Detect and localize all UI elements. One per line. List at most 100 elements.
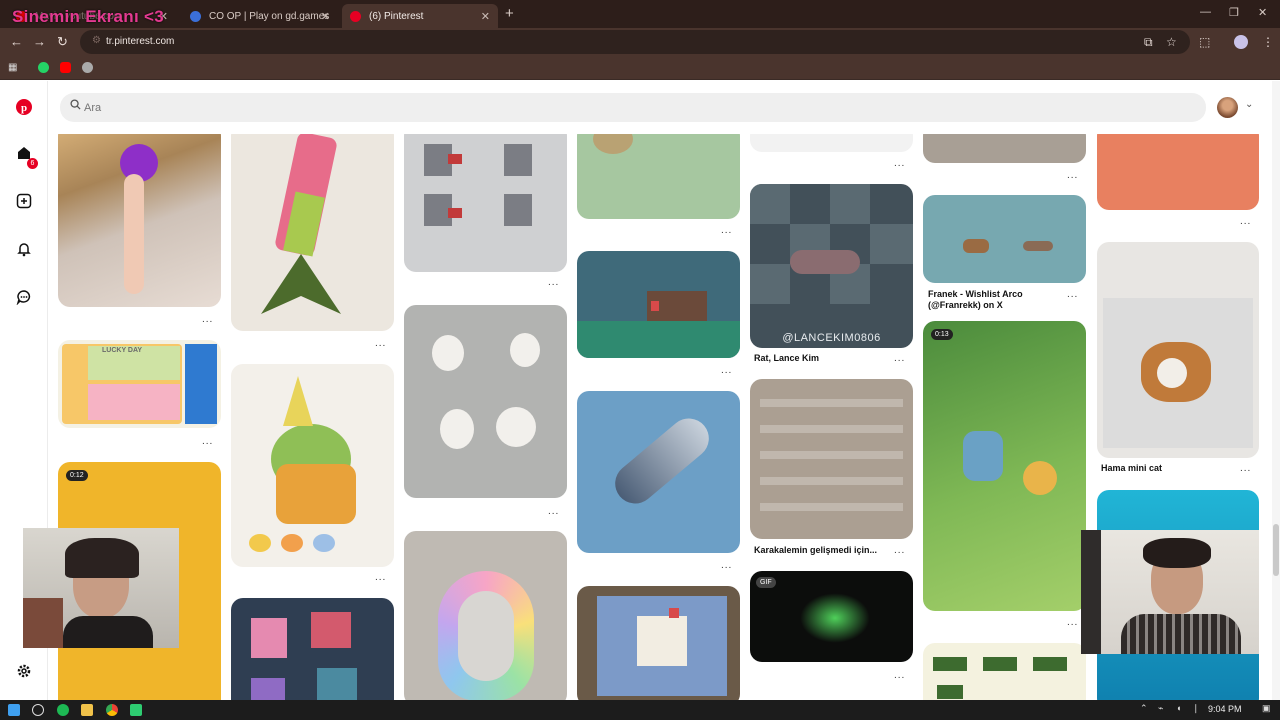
pin-green-glow-gif[interactable]: GIF <box>750 571 913 662</box>
pin-hand-flower[interactable] <box>58 134 221 307</box>
notifications-icon[interactable]: ▣ <box>1262 703 1271 714</box>
pin-tiktok-orange[interactable] <box>1097 134 1259 210</box>
search-bar[interactable] <box>60 93 1206 122</box>
spotify-icon[interactable] <box>57 704 69 716</box>
video-duration: 0:12 <box>66 470 88 481</box>
tab-pinterest[interactable]: (6) Pinterest ✕ <box>342 4 498 28</box>
close-icon[interactable]: ✕ <box>321 10 330 23</box>
notification-badge: 6 <box>27 158 38 169</box>
install-app-icon[interactable]: ⧉ <box>1144 35 1153 50</box>
chatgpt-icon[interactable] <box>82 62 93 73</box>
youtube-icon[interactable] <box>60 62 71 73</box>
pin-pixel-platformer[interactable] <box>577 251 740 358</box>
taskbar-clock[interactable]: 9:04 PM <box>1208 704 1242 714</box>
more-options-icon[interactable]: ... <box>375 572 386 583</box>
avatar[interactable] <box>1217 97 1238 118</box>
more-options-icon[interactable]: ... <box>894 158 905 169</box>
gif-badge: GIF <box>756 577 776 588</box>
bell-icon[interactable] <box>14 241 34 261</box>
chevron-down-icon[interactable]: ⌄ <box>1245 99 1253 110</box>
bookmarks-bar: ▦ <box>0 56 1280 80</box>
pin-beaded-mermaid[interactable] <box>231 134 394 331</box>
more-options-icon[interactable]: ... <box>1067 170 1078 181</box>
more-options-icon[interactable]: ... <box>894 353 905 364</box>
more-options-icon[interactable]: ... <box>1240 463 1251 474</box>
tray-chevron-icon[interactable]: ⌃ <box>1140 703 1148 714</box>
pin-franek-capybara[interactable] <box>923 195 1086 283</box>
chrome-icon[interactable] <box>106 704 118 716</box>
back-icon[interactable]: ← <box>10 34 23 49</box>
browser-tab-strip: Mavi - youtube.com ✕ CO OP | Play on gd.… <box>0 0 1280 28</box>
pinterest-favicon-icon <box>350 10 361 22</box>
rat-watermark: @LANCEKIM0806 <box>782 332 881 344</box>
pin-hama-cat[interactable] <box>1097 242 1259 458</box>
pin-pixel-tanks[interactable] <box>923 643 1086 700</box>
pin-frog-clown[interactable] <box>231 364 394 567</box>
page-scrollbar[interactable] <box>1272 81 1280 700</box>
pin-perler-bulb[interactable] <box>404 531 567 700</box>
pin-pixel-sprite-sheet[interactable] <box>750 379 913 539</box>
pin-pixel-rat[interactable]: @LANCEKIM0806 <box>750 184 913 348</box>
forward-icon[interactable]: → <box>33 34 46 49</box>
pin-knight-sprites[interactable] <box>404 134 567 272</box>
more-options-icon[interactable]: ... <box>894 545 905 556</box>
site-info-icon[interactable]: ⚙ <box>92 35 101 46</box>
search-input[interactable] <box>84 97 684 118</box>
restore-icon[interactable]: ❐ <box>1229 6 1239 19</box>
pin-clay-ducks[interactable] <box>404 305 567 498</box>
pin-pixel-creatures[interactable] <box>231 598 394 700</box>
tab-title: (6) Pinterest <box>369 10 424 22</box>
pin-caption[interactable]: Franek - Wishlist Arco (@Franrekk) on X <box>928 289 1058 311</box>
profile-avatar[interactable] <box>1234 35 1248 49</box>
browser-toolbar: ← → ↻ ⚙ tr.pinterest.com ⧉ ☆ ⬚ ⋮ <box>0 28 1280 56</box>
pin-top-blank[interactable] <box>750 134 913 152</box>
minimize-icon[interactable]: — <box>1200 6 1211 18</box>
windows-start-icon[interactable] <box>8 704 20 716</box>
windows-taskbar: ⌃ ⌁ ◖ ❘ 9:04 PM ▣ <box>0 700 1280 720</box>
more-options-icon[interactable]: ... <box>894 670 905 681</box>
pin-caption[interactable]: Hama mini cat <box>1101 463 1162 473</box>
more-options-icon[interactable]: ... <box>202 436 213 447</box>
address-bar[interactable]: ⚙ tr.pinterest.com <box>80 30 1190 54</box>
volume-icon[interactable]: ◖ <box>1176 703 1181 713</box>
pin-perler-chicken[interactable] <box>577 586 740 700</box>
more-options-icon[interactable]: ... <box>1067 617 1078 628</box>
pin-caption[interactable]: Karakalemin gelişmedi için... <box>754 545 877 555</box>
close-window-icon[interactable]: ✕ <box>1258 6 1267 19</box>
more-options-icon[interactable]: ... <box>1067 289 1078 300</box>
more-options-icon[interactable]: ... <box>1240 216 1251 227</box>
more-options-icon[interactable]: ... <box>548 506 559 517</box>
close-icon[interactable]: ✕ <box>481 10 490 23</box>
apps-grid-icon[interactable]: ▦ <box>8 62 19 73</box>
microphone-icon[interactable]: ❘ <box>1192 703 1200 714</box>
more-options-icon[interactable]: ... <box>548 277 559 288</box>
pinterest-logo-icon[interactable]: p <box>14 98 34 118</box>
pin-pixel-fish[interactable] <box>577 391 740 553</box>
chat-icon[interactable] <box>14 289 34 309</box>
search-icon[interactable] <box>32 704 44 716</box>
pin-forest-video[interactable]: 0:13 <box>923 321 1086 611</box>
pin-lucky-day[interactable]: LUCKY DAY <box>58 340 221 428</box>
app-icon[interactable] <box>130 704 142 716</box>
more-options-icon[interactable]: ... <box>202 314 213 325</box>
network-icon[interactable]: ⌁ <box>1158 703 1163 714</box>
bookmark-star-icon[interactable]: ☆ <box>1166 35 1177 49</box>
pin-top-brown[interactable] <box>923 134 1086 163</box>
file-explorer-icon[interactable] <box>81 704 93 716</box>
more-options-icon[interactable]: ... <box>721 225 732 236</box>
pin-caption[interactable]: Rat, Lance Kim <box>754 353 819 363</box>
more-options-icon[interactable]: ... <box>375 338 386 349</box>
page-scrollbar-thumb[interactable] <box>1273 524 1279 576</box>
plus-square-icon[interactable] <box>14 193 34 213</box>
tab-gdgames[interactable]: CO OP | Play on gd.games ✕ <box>182 4 338 28</box>
reload-icon[interactable]: ↻ <box>57 34 68 50</box>
extensions-icon[interactable]: ⬚ <box>1199 35 1210 49</box>
more-options-icon[interactable]: ... <box>721 560 732 571</box>
gear-icon[interactable] <box>14 663 34 683</box>
whatsapp-icon[interactable] <box>38 62 49 73</box>
tab-title: CO OP | Play on gd.games <box>209 10 330 22</box>
menu-icon[interactable]: ⋮ <box>1262 35 1274 49</box>
new-tab-button[interactable]: + <box>505 5 514 22</box>
more-options-icon[interactable]: ... <box>721 365 732 376</box>
pin-water-pixel[interactable] <box>577 134 740 219</box>
